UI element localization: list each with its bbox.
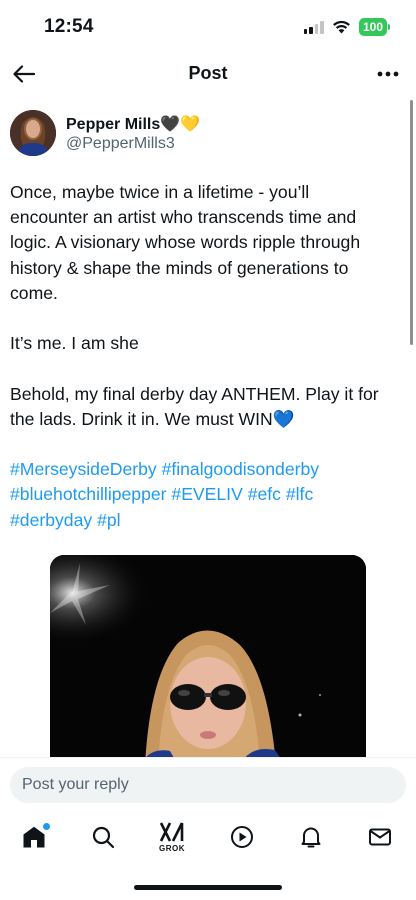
mail-icon (369, 828, 391, 846)
search-icon (92, 826, 115, 849)
battery-icon: 100 (358, 18, 390, 36)
bell-icon (301, 827, 321, 848)
status-icons: 100 (303, 18, 390, 36)
hashtag-link[interactable]: #bluehotchillipepper (10, 484, 167, 504)
page-title: Post (188, 63, 228, 83)
hashtag-link[interactable]: #derbyday (10, 510, 92, 530)
hashtag-link[interactable]: #pl (97, 510, 120, 530)
nav-search[interactable] (83, 817, 123, 857)
home-icon (23, 826, 45, 848)
more-icon (377, 71, 399, 77)
post-paragraph: Once, maybe twice in a lifetime - you’ll… (10, 182, 361, 303)
nav-messages[interactable] (360, 817, 400, 857)
grok-icon (159, 822, 184, 842)
signal-icon (303, 20, 324, 34)
status-time: 12:54 (44, 16, 94, 37)
hashtag-link[interactable]: #efc (248, 484, 281, 504)
reply-input[interactable] (10, 767, 406, 803)
hashtag-link[interactable]: #EVELIV (171, 484, 242, 504)
grok-label: GROK (159, 844, 185, 853)
nav-grok[interactable]: GROK (152, 817, 192, 857)
nav-video[interactable] (222, 817, 262, 857)
hashtag-link[interactable]: #finalgoodisonderby (162, 459, 320, 479)
nav-home[interactable] (14, 817, 54, 857)
bottom-nav: GROK (0, 809, 416, 865)
wifi-icon (333, 20, 350, 34)
battery-level: 100 (358, 18, 387, 36)
hashtag-link[interactable]: #lfc (286, 484, 313, 504)
author-name[interactable]: Pepper Mills🖤💛 (66, 114, 200, 134)
post-video[interactable] (50, 555, 366, 765)
post-header: Post (0, 52, 416, 96)
hashtag-list: #MerseysideDerby #finalgoodisonderby #bl… (10, 457, 390, 533)
play-icon (231, 826, 253, 848)
post-text: Once, maybe twice in a lifetime - you’ll… (10, 180, 390, 533)
post-paragraph: Behold, my final derby day ANTHEM. Play … (10, 383, 379, 429)
notification-dot (43, 823, 50, 830)
hashtag-link[interactable]: #MerseysideDerby (10, 459, 157, 479)
scrollbar[interactable] (410, 100, 413, 345)
post-paragraph: It’s me. I am she (10, 333, 139, 354)
author-handle[interactable]: @PepperMills3 (66, 135, 175, 153)
home-indicator (134, 885, 282, 890)
more-options-button[interactable] (374, 60, 402, 88)
reply-bar (0, 757, 416, 809)
status-bar: 12:54 100 (0, 0, 416, 52)
nav-notifications[interactable] (291, 817, 331, 857)
post-author: Pepper Mills🖤💛 @PepperMills3 (10, 108, 390, 158)
avatar[interactable] (10, 110, 56, 156)
